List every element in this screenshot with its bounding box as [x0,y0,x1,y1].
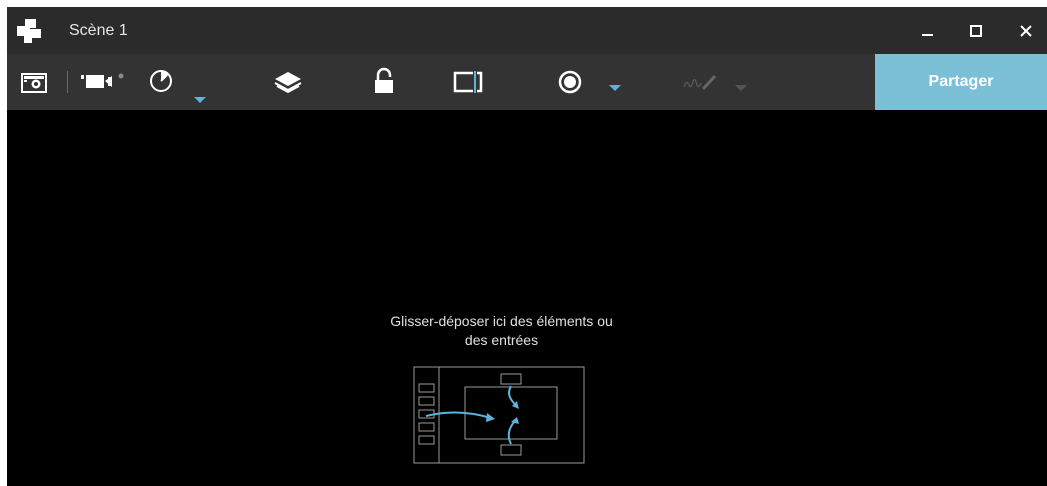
crop-button[interactable] [451,54,491,110]
app-window: Scène 1 Partager Glisser-déposer ici des… [7,7,1047,486]
layers-button[interactable] [269,54,309,110]
timer-button[interactable] [145,54,215,110]
share-button[interactable]: Partager [875,54,1047,110]
minimize-icon [922,33,933,36]
close-button[interactable] [1003,7,1047,54]
minimize-button[interactable] [905,7,951,54]
snapshot-button[interactable] [17,54,55,110]
crop-frame-icon [453,70,483,94]
camera-icon [21,73,47,93]
video-camera-icon [81,73,124,88]
record-dot-icon [558,70,582,94]
maximize-icon [970,24,982,37]
lock-button[interactable] [369,54,399,110]
scene-canvas[interactable]: Glisser-déposer ici des éléments ou des … [7,110,1047,486]
record-mode-button[interactable] [555,54,625,110]
app-logo-icon [17,19,41,43]
chevron-down-icon [609,85,621,91]
annotate-button[interactable] [681,54,751,110]
window-title: Scène 1 [69,22,128,39]
unlock-icon [375,67,393,93]
close-icon [1020,24,1032,37]
pen-signature-icon [683,74,717,91]
timer-icon [150,70,172,92]
drop-hint-line1: Glisser-déposer ici des éléments ou [390,313,613,329]
maximize-button[interactable] [953,7,999,54]
layers-icon [274,72,302,94]
chevron-down-icon [735,85,747,91]
drop-hint-line2: des entrées [464,332,539,348]
toolbar-separator [67,71,68,93]
record-button[interactable] [79,54,139,110]
chevron-down-icon [194,97,206,103]
drag-drop-illustration-icon [413,366,585,464]
title-bar[interactable]: Scène 1 [7,7,1047,54]
drop-hint: Glisser-déposer ici des éléments ou des … [307,312,696,350]
toolbar: Partager [7,54,1047,110]
